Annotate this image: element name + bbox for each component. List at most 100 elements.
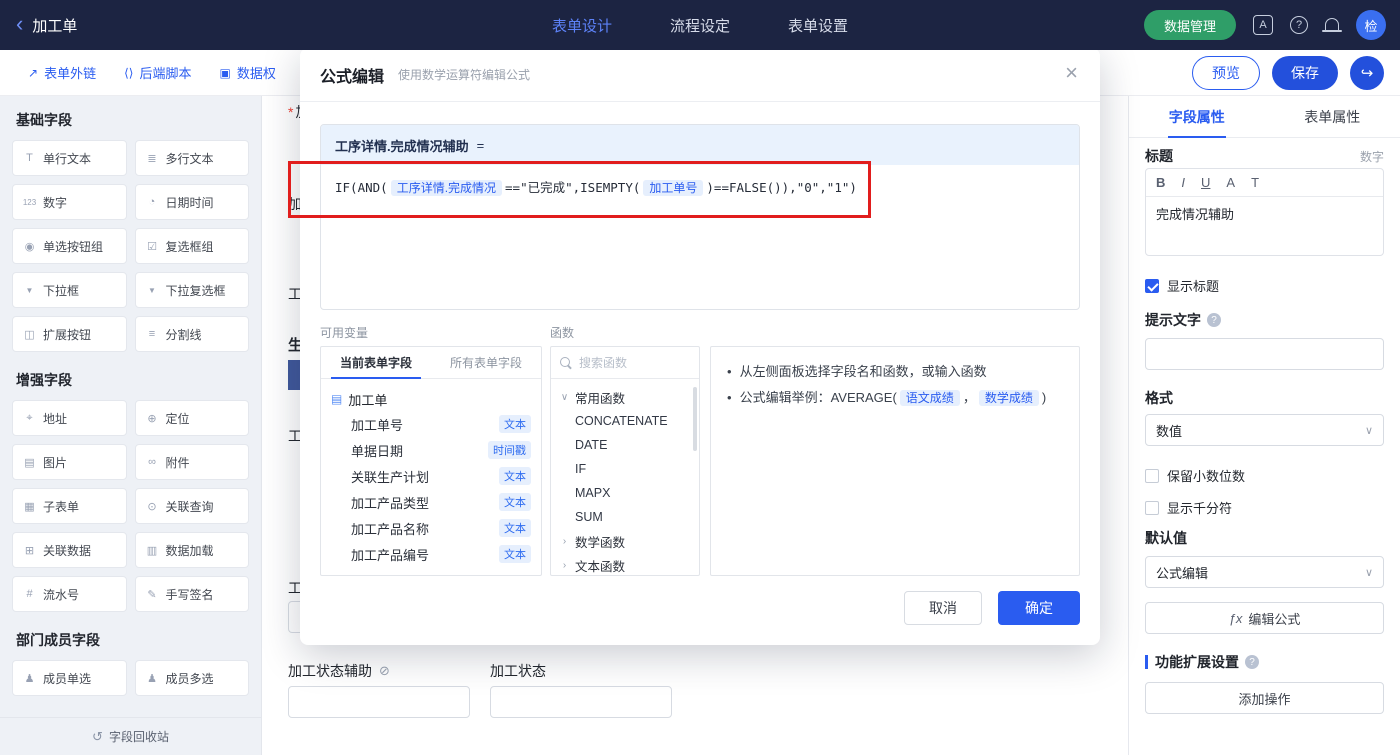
default-value-select[interactable]: 公式编辑 ∨ [1145, 556, 1384, 588]
field-subform[interactable]: ▦ 子表单 [12, 488, 127, 524]
group-common-functions[interactable]: ∨ 常用函数 [551, 385, 699, 409]
variable-item[interactable]: 加工产品类型 文本 [331, 489, 535, 515]
function-item-sum[interactable]: SUM [551, 505, 699, 529]
field-related-query[interactable]: ⊙ 关联查询 [134, 488, 249, 524]
save-button[interactable]: 保存 [1272, 55, 1338, 90]
scrollbar[interactable] [693, 387, 697, 451]
variable-item[interactable]: 加工产品编号 文本 [331, 541, 535, 567]
keep-decimals-checkbox[interactable] [1145, 468, 1159, 483]
field-label: 定位 [165, 411, 190, 426]
format-label: 格式 [1145, 388, 1173, 408]
hint-help-icon[interactable]: ? [1207, 313, 1221, 327]
type-badge: 文本 [499, 493, 531, 511]
edit-formula-button[interactable]: ƒx 编辑公式 [1145, 602, 1384, 634]
field-number[interactable]: 123 数字 [12, 184, 127, 220]
field-attachment[interactable]: ∞ 附件 [134, 444, 249, 480]
hint-text-input[interactable] [1145, 338, 1384, 370]
equals-sign: = [476, 137, 485, 153]
formula-input-area[interactable]: IF(AND(工序详情.完成情况 =="已完成",ISEMPTY(加工单号)==F… [321, 165, 1079, 211]
variable-item[interactable]: 加工产品名称 文本 [331, 515, 535, 541]
close-icon[interactable]: × [1065, 62, 1078, 84]
help-panel: 从左侧面板选择字段名和函数，或输入函数 公式编辑举例：AVERAGE(语文成绩，… [710, 346, 1080, 576]
field-checkbox-group[interactable]: ☑ 复选框组 [134, 228, 249, 264]
field-member-multi[interactable]: ♟ 成员多选 [134, 660, 249, 696]
tab-form-design[interactable]: 表单设计 [552, 15, 612, 36]
add-action-button[interactable]: 添加操作 [1145, 682, 1384, 714]
field-label-processing-status: 加工状态 [490, 661, 546, 681]
topbar: ‹ 加工单 表单设计 流程设定 表单设置 数据管理 A ? 检 [0, 0, 1400, 50]
field-location[interactable]: ⊕ 定位 [134, 400, 249, 436]
data-manage-button[interactable]: 数据管理 [1143, 10, 1236, 40]
hidden-eye-icon: ⊘ [379, 663, 390, 678]
format-select[interactable]: 数值 ∨ [1145, 414, 1384, 446]
variable-item[interactable]: 关联生产计划 文本 [331, 463, 535, 489]
data-permission-button[interactable]: ▣ 数据权 [219, 63, 275, 82]
tab-form-properties[interactable]: 表单属性 [1265, 96, 1400, 137]
show-title-checkbox-row[interactable]: 显示标题 [1145, 276, 1219, 295]
form-external-link-label: 表单外链 [44, 66, 97, 81]
field-signature[interactable]: ✎ 手写签名 [134, 576, 249, 612]
font-color-button[interactable]: A [1226, 175, 1235, 190]
form-external-link-button[interactable]: ↗ 表单外链 [28, 63, 96, 82]
field-recycle-bin[interactable]: ↺ 字段回收站 [0, 717, 261, 755]
function-item-concatenate[interactable]: CONCATENATE [551, 409, 699, 433]
group-text-functions[interactable]: › 文本函数 [551, 553, 699, 577]
backend-script-button[interactable]: ⟨⟩ 后端脚本 [124, 63, 191, 82]
tab-workflow-settings[interactable]: 流程设定 [670, 15, 730, 36]
field-address[interactable]: ⌖ 地址 [12, 400, 127, 436]
bold-button[interactable]: B [1156, 175, 1165, 190]
example-field-chip: 数学成绩 [978, 390, 1039, 406]
external-link-icon: ↗ [28, 65, 39, 80]
thousands-separator-row[interactable]: 显示千分符 [1145, 498, 1232, 517]
field-label: 下拉框 [43, 283, 80, 298]
help-icon[interactable]: ? [1290, 16, 1308, 34]
function-search-input[interactable] [579, 355, 690, 370]
field-dropdown[interactable]: ▼ 下拉框 [12, 272, 127, 308]
field-divider[interactable]: ≡ 分割线 [134, 316, 249, 352]
field-member-single[interactable]: ♟ 成员单选 [12, 660, 127, 696]
field-image[interactable]: ▤ 图片 [12, 444, 127, 480]
confirm-button[interactable]: 确定 [998, 591, 1080, 625]
extension-help-icon[interactable]: ? [1245, 655, 1259, 669]
function-item-mapx[interactable]: MAPX [551, 481, 699, 505]
underline-button[interactable]: U [1201, 175, 1210, 190]
field-serial-number[interactable]: # 流水号 [12, 576, 127, 612]
notification-bell-icon[interactable] [1322, 18, 1342, 32]
italic-button[interactable]: I [1181, 175, 1185, 190]
field-data-load[interactable]: ▥ 数据加载 [134, 532, 249, 568]
font-size-button[interactable]: T [1251, 175, 1259, 190]
show-title-checkbox[interactable] [1145, 278, 1159, 293]
preview-button[interactable]: 预览 [1192, 55, 1260, 90]
input-processing-status-aux[interactable] [288, 686, 470, 718]
permission-icon: ▣ [219, 65, 231, 80]
thousands-checkbox[interactable] [1145, 500, 1159, 515]
field-related-data[interactable]: ⊞ 关联数据 [12, 532, 127, 568]
field-single-text[interactable]: T 单行文本 [12, 140, 127, 176]
formula-target-field: 工序详情.完成情况辅助 [335, 138, 469, 154]
chevron-down-icon: ∨ [1364, 424, 1373, 437]
back-icon[interactable]: ‹ [16, 12, 23, 35]
variable-item[interactable]: 加工单号 文本 [331, 411, 535, 437]
tree-root-form[interactable]: ▤ 加工单 [331, 387, 535, 411]
field-radio-group[interactable]: ◉ 单选按钮组 [12, 228, 127, 264]
field-multi-text[interactable]: ≣ 多行文本 [134, 140, 249, 176]
title-value[interactable]: 完成情况辅助 [1146, 197, 1383, 230]
tab-field-properties[interactable]: 字段属性 [1129, 96, 1265, 137]
function-item-if[interactable]: IF [551, 457, 699, 481]
field-datetime[interactable]: ◔ 日期时间 [134, 184, 249, 220]
field-extend-button[interactable]: ◫ 扩展按钮 [12, 316, 127, 352]
group-math-functions[interactable]: › 数学函数 [551, 529, 699, 553]
function-item-date[interactable]: DATE [551, 433, 699, 457]
cancel-button[interactable]: 取消 [904, 591, 982, 625]
input-processing-status[interactable] [490, 686, 672, 718]
variable-item[interactable]: 单据日期 时间戳 [331, 437, 535, 463]
field-label: 数据加载 [165, 543, 214, 558]
field-dropdown-multi[interactable]: ▼ 下拉复选框 [134, 272, 249, 308]
share-button[interactable]: ↪ [1350, 55, 1384, 90]
tab-all-form-fields[interactable]: 所有表单字段 [431, 347, 541, 378]
keep-decimals-row[interactable]: 保留小数位数 [1145, 466, 1245, 485]
language-icon[interactable]: A [1253, 15, 1273, 35]
tab-form-settings[interactable]: 表单设置 [788, 15, 848, 36]
avatar[interactable]: 检 [1356, 10, 1386, 40]
tab-current-form-fields[interactable]: 当前表单字段 [321, 347, 431, 379]
